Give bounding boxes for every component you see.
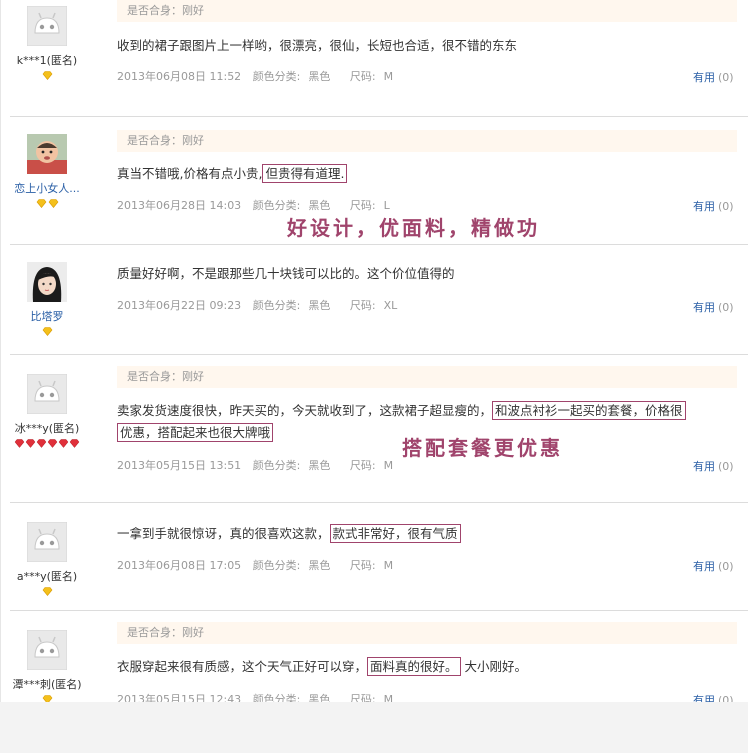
useful-vote: 有用 (0) (693, 560, 734, 573)
reviewer-name[interactable]: k***1(匿名) (0, 52, 94, 68)
useful-vote: 有用 (0) (693, 301, 734, 314)
review-text: 衣服穿起来很有质感，这个天气正好可以穿， 面料真的很好。 大小刚好。 (117, 657, 528, 676)
girl-photo-avatar[interactable] (27, 262, 67, 302)
divider (10, 354, 748, 355)
review-meta: 2013年06月22日 09:23 颜色分类: 黑色 尺码: XL (117, 299, 398, 312)
baby-photo-avatar[interactable] (27, 134, 67, 174)
useful-vote: 有用 (0) (693, 460, 734, 473)
useful-link[interactable]: 有用 (693, 460, 715, 473)
review-meta: 2013年06月28日 14:03 颜色分类: 黑色 尺码: L (117, 199, 390, 212)
divider (10, 502, 748, 503)
highlight-box: 面料真的很好。 (367, 657, 461, 676)
reviewer-name[interactable]: 比塔罗 (0, 308, 94, 324)
review-date: 2013年05月15日 12:43 (117, 693, 242, 702)
default-avatar[interactable] (26, 373, 68, 415)
review-date: 2013年06月22日 09:23 (117, 299, 242, 312)
review-meta: 2013年06月08日 11:52 颜色分类: 黑色 尺码: M (117, 70, 394, 83)
reviewer-level-badge (0, 71, 94, 81)
review-text: 质量好好啊，不是跟那些几十块钱可以比的。这个价位值得的 (117, 266, 455, 281)
useful-vote: 有用 (0) (693, 692, 734, 702)
default-avatar[interactable] (26, 521, 68, 563)
fit-info: 是否合身：刚好 (117, 366, 737, 388)
reviewer-level-badge (0, 199, 94, 209)
fit-info: 是否合身：刚好 (117, 0, 737, 22)
reviewer-level-badge (0, 327, 94, 337)
reviewer-level-badge (0, 439, 94, 449)
review-date: 2013年06月28日 14:03 (117, 199, 242, 212)
reviewer-name[interactable]: 冰***y(匿名) (0, 420, 94, 436)
review-text: 一拿到手就很惊讶，真的很喜欢这款， 款式非常好，很有气质 (117, 523, 747, 545)
review-date: 2013年05月15日 13:51 (117, 459, 242, 472)
review-item: 潭***刺(匿名) 是否合身：刚好 衣服穿起来很有质感，这个天气正好可以穿， 面料… (0, 622, 748, 702)
review-item: 冰***y(匿名) 是否合身：刚好 卖家发货速度很快，昨天买的，今天就收到了，这… (0, 366, 748, 502)
fit-info: 是否合身：刚好 (117, 130, 737, 152)
review-text: 收到的裙子跟图片上一样哟，很漂亮，很仙，长短也合适，很不错的东东 (117, 38, 518, 53)
useful-vote: 有用 (0) (693, 200, 734, 213)
review-date: 2013年06月08日 17:05 (117, 559, 242, 572)
default-avatar[interactable] (26, 629, 68, 671)
divider (10, 610, 748, 611)
highlight-box: 和波点衬衫一起买的套餐，价格很 (492, 401, 686, 420)
useful-vote: 有用 (0) (693, 71, 734, 84)
review-list: k***1(匿名) 是否合身：刚好 收到的裙子跟图片上一样哟，很漂亮，很仙，长短… (0, 0, 748, 702)
useful-link[interactable]: 有用 (693, 200, 715, 213)
reviewer-level-badge (0, 695, 94, 702)
default-avatar[interactable] (26, 5, 68, 47)
fit-info: 是否合身：刚好 (117, 622, 737, 644)
left-border (0, 0, 1, 702)
review-date: 2013年06月08日 11:52 (117, 70, 242, 83)
highlight-box: 优惠，搭配起来也很大牌哦 (117, 423, 274, 442)
highlight-box: 款式非常好，很有气质 (329, 524, 461, 543)
review-meta: 2013年05月15日 12:43 颜色分类: 黑色 尺码: M (117, 691, 409, 702)
review-meta: 2013年06月08日 17:05 颜色分类: 黑色 尺码: M (117, 559, 394, 572)
review-text: 真当不错哦,价格有点小贵, 但贵得有道理. (117, 163, 747, 185)
review-meta: 2013年05月15日 13:51 颜色分类: 黑色 尺码: M (117, 459, 394, 472)
promo-caption: 好设计，优面料，精做功 (287, 216, 540, 240)
promo-caption: 搭配套餐更优惠 (402, 436, 563, 460)
useful-link[interactable]: 有用 (693, 560, 715, 573)
review-item: 比塔罗 质量好好啊，不是跟那些几十块钱可以比的。这个价位值得的 2013年06月… (0, 250, 748, 354)
highlight-box: 但贵得有道理. (262, 164, 348, 183)
divider (10, 116, 748, 117)
useful-link[interactable]: 有用 (693, 301, 715, 314)
divider (10, 244, 748, 245)
review-item: a***y(匿名) 一拿到手就很惊讶，真的很喜欢这款， 款式非常好，很有气质 20… (0, 512, 748, 610)
review-item: 恋上小女人... 是否合身：刚好 真当不错哦,价格有点小贵, 但贵得有道理. 20… (0, 128, 748, 244)
reviewer-name[interactable]: a***y(匿名) (0, 568, 94, 584)
useful-link[interactable]: 有用 (693, 71, 715, 84)
reviewer-name[interactable]: 恋上小女人... (0, 180, 94, 196)
reviewer-level-badge (0, 587, 94, 597)
review-item: k***1(匿名) 是否合身：刚好 收到的裙子跟图片上一样哟，很漂亮，很仙，长短… (0, 0, 748, 116)
reviewer-name[interactable]: 潭***刺(匿名) (0, 676, 94, 692)
useful-link[interactable]: 有用 (693, 694, 715, 702)
